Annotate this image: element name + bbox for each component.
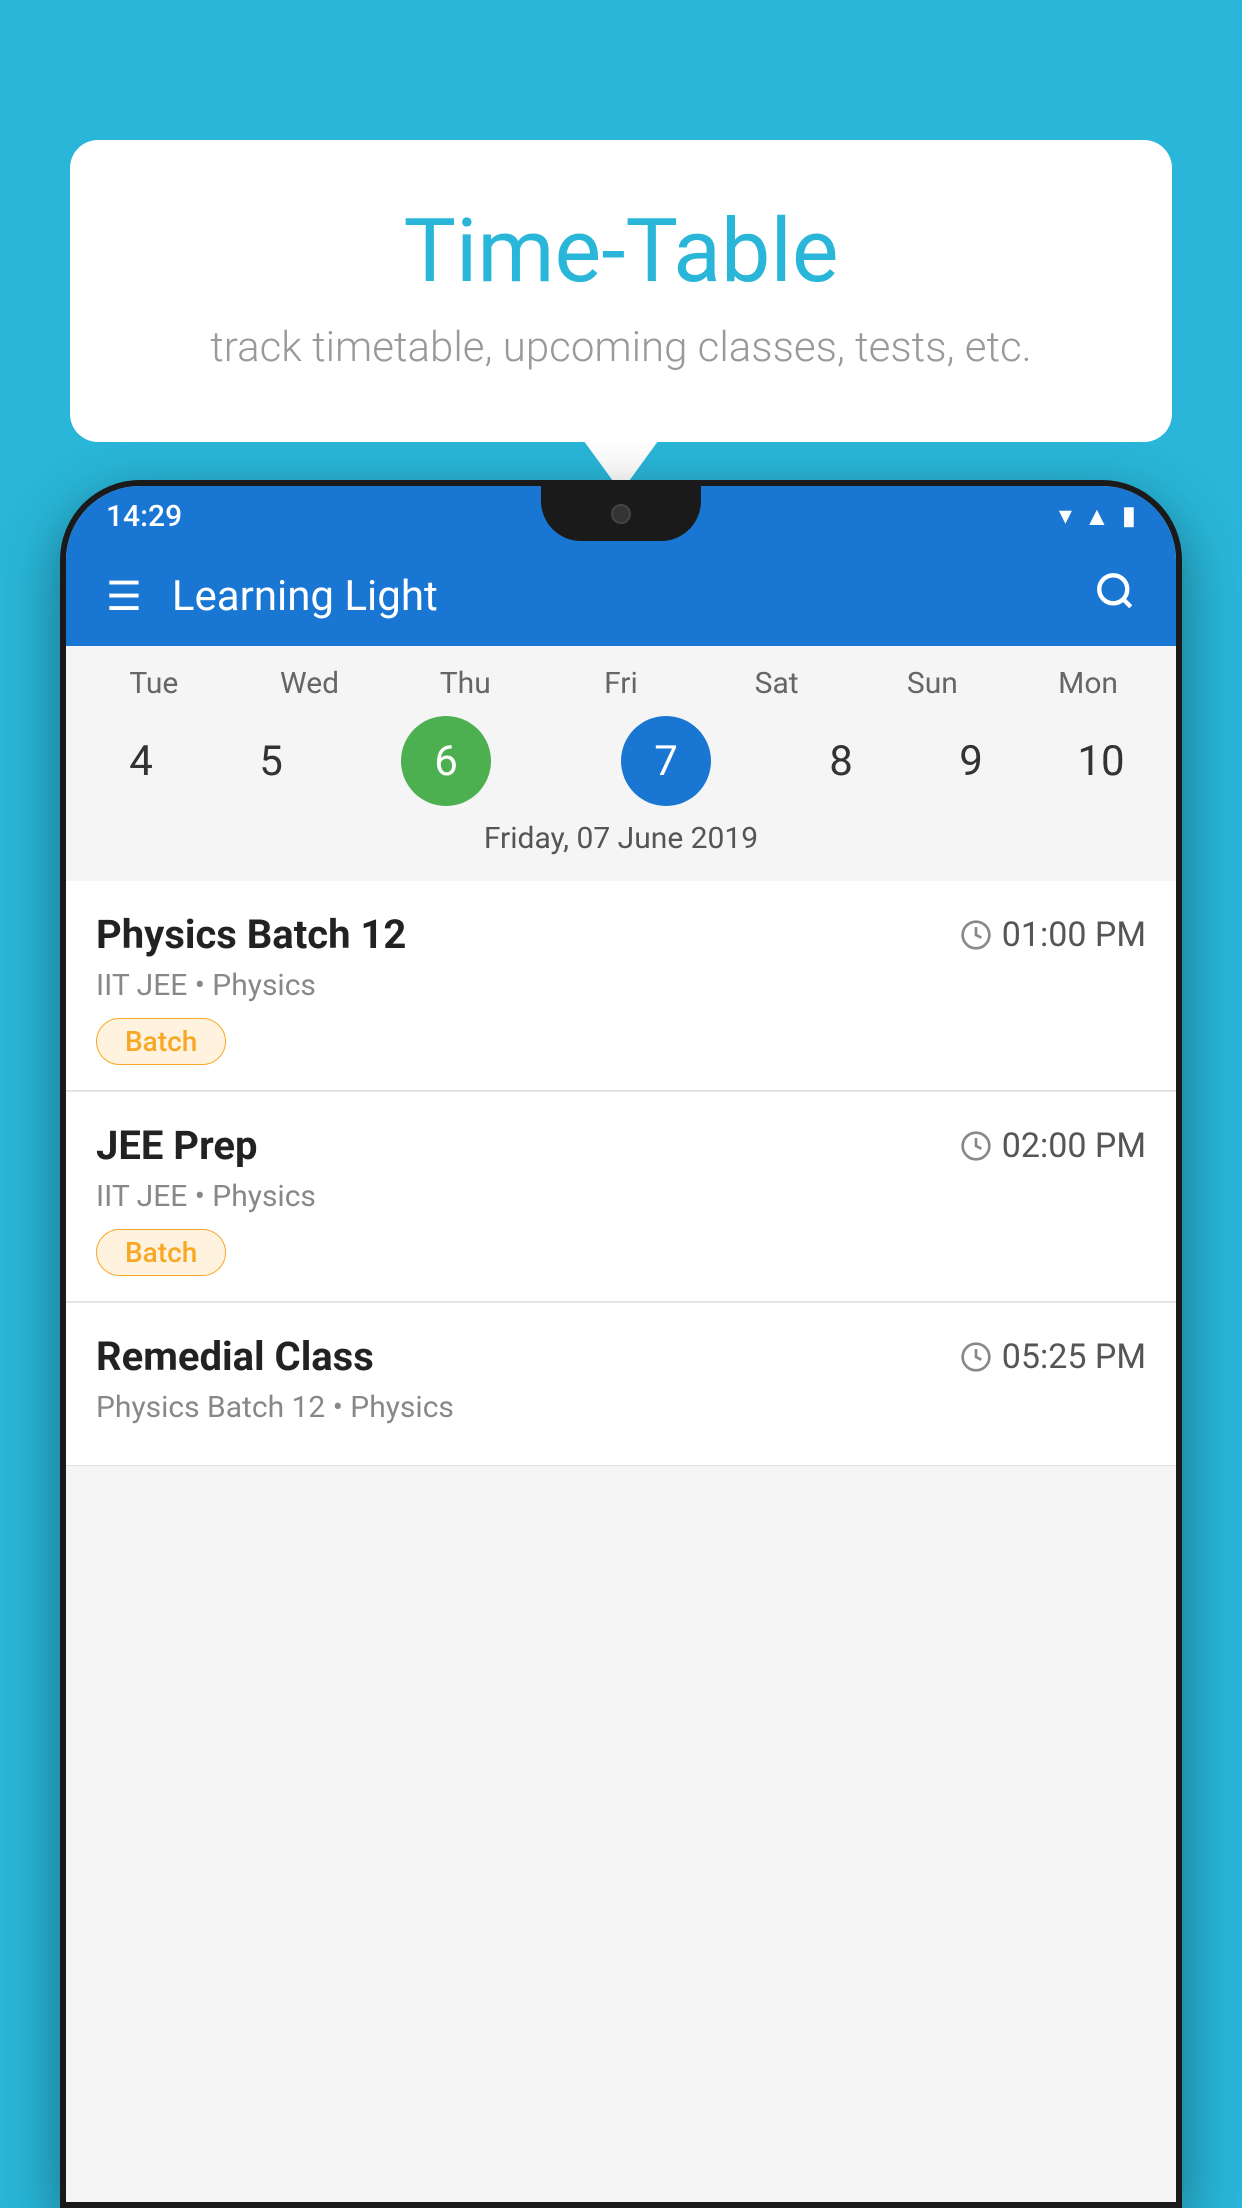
day-header-fri: Fri — [556, 666, 686, 701]
day-header-tue: Tue — [89, 666, 219, 701]
day-7-selected[interactable]: 7 — [621, 716, 711, 806]
class-2-time: 02:00 PM — [960, 1126, 1146, 1166]
class-2-badge: Batch — [96, 1229, 226, 1276]
class-2-time-text: 02:00 PM — [1002, 1126, 1146, 1166]
class-2-name: JEE Prep — [96, 1122, 257, 1169]
class-3-subtitle: Physics Batch 12 • Physics — [96, 1390, 1146, 1425]
day-numbers: 4 5 6 7 8 9 10 — [66, 711, 1176, 811]
status-icons: ▾ ▲ ▮ — [1059, 501, 1136, 532]
class-1-time: 01:00 PM — [960, 915, 1146, 955]
status-time: 14:29 — [106, 499, 182, 534]
day-9[interactable]: 9 — [906, 711, 1036, 811]
class-3-name: Remedial Class — [96, 1333, 374, 1380]
day-header-wed: Wed — [245, 666, 375, 701]
classes-list: Physics Batch 12 01:00 PM IIT JEE • Phys… — [66, 881, 1176, 1466]
notch — [541, 486, 701, 541]
class-2-header: JEE Prep 02:00 PM — [96, 1122, 1146, 1169]
tooltip-subtitle: track timetable, upcoming classes, tests… — [150, 323, 1092, 372]
menu-icon[interactable]: ☰ — [96, 563, 152, 630]
class-3-time-text: 05:25 PM — [1002, 1337, 1146, 1377]
class-1-badge: Batch — [96, 1018, 226, 1065]
tooltip-title: Time-Table — [150, 200, 1092, 303]
class-3-time: 05:25 PM — [960, 1337, 1146, 1377]
class-item-3[interactable]: Remedial Class 05:25 PM Physics Batch 12… — [66, 1303, 1176, 1466]
date-label: Friday, 07 June 2019 — [66, 811, 1176, 861]
wifi-icon: ▾ — [1059, 501, 1072, 531]
day-header-sat: Sat — [712, 666, 842, 701]
day-4[interactable]: 4 — [76, 711, 206, 811]
battery-icon: ▮ — [1122, 501, 1136, 531]
class-item-1[interactable]: Physics Batch 12 01:00 PM IIT JEE • Phys… — [66, 881, 1176, 1091]
class-3-header: Remedial Class 05:25 PM — [96, 1333, 1146, 1380]
phone-frame: 14:29 ▾ ▲ ▮ ☰ Learning Light Tue Wed — [60, 480, 1182, 2208]
app-bar: ☰ Learning Light — [66, 546, 1176, 646]
class-item-2[interactable]: JEE Prep 02:00 PM IIT JEE • Physics Batc… — [66, 1092, 1176, 1302]
class-2-subtitle: IIT JEE • Physics — [96, 1179, 1146, 1214]
class-1-subtitle: IIT JEE • Physics — [96, 968, 1146, 1003]
app-bar-title: Learning Light — [172, 572, 1084, 621]
day-5[interactable]: 5 — [206, 711, 336, 811]
day-header-thu: Thu — [400, 666, 530, 701]
day-header-sun: Sun — [867, 666, 997, 701]
day-10[interactable]: 10 — [1036, 711, 1166, 811]
class-1-header: Physics Batch 12 01:00 PM — [96, 911, 1146, 958]
tooltip-card: Time-Table track timetable, upcoming cla… — [70, 140, 1172, 442]
search-icon[interactable] — [1084, 560, 1146, 633]
signal-icon: ▲ — [1084, 501, 1110, 532]
day-6-today[interactable]: 6 — [401, 716, 491, 806]
class-1-name: Physics Batch 12 — [96, 911, 406, 958]
phone-inner: 14:29 ▾ ▲ ▮ ☰ Learning Light Tue Wed — [66, 486, 1176, 2202]
class-1-time-text: 01:00 PM — [1002, 915, 1146, 955]
day-8[interactable]: 8 — [776, 711, 906, 811]
notch-camera — [611, 504, 631, 524]
calendar-strip: Tue Wed Thu Fri Sat Sun Mon 4 5 6 7 8 9 … — [66, 646, 1176, 881]
day-header-mon: Mon — [1023, 666, 1153, 701]
day-headers: Tue Wed Thu Fri Sat Sun Mon — [66, 666, 1176, 711]
